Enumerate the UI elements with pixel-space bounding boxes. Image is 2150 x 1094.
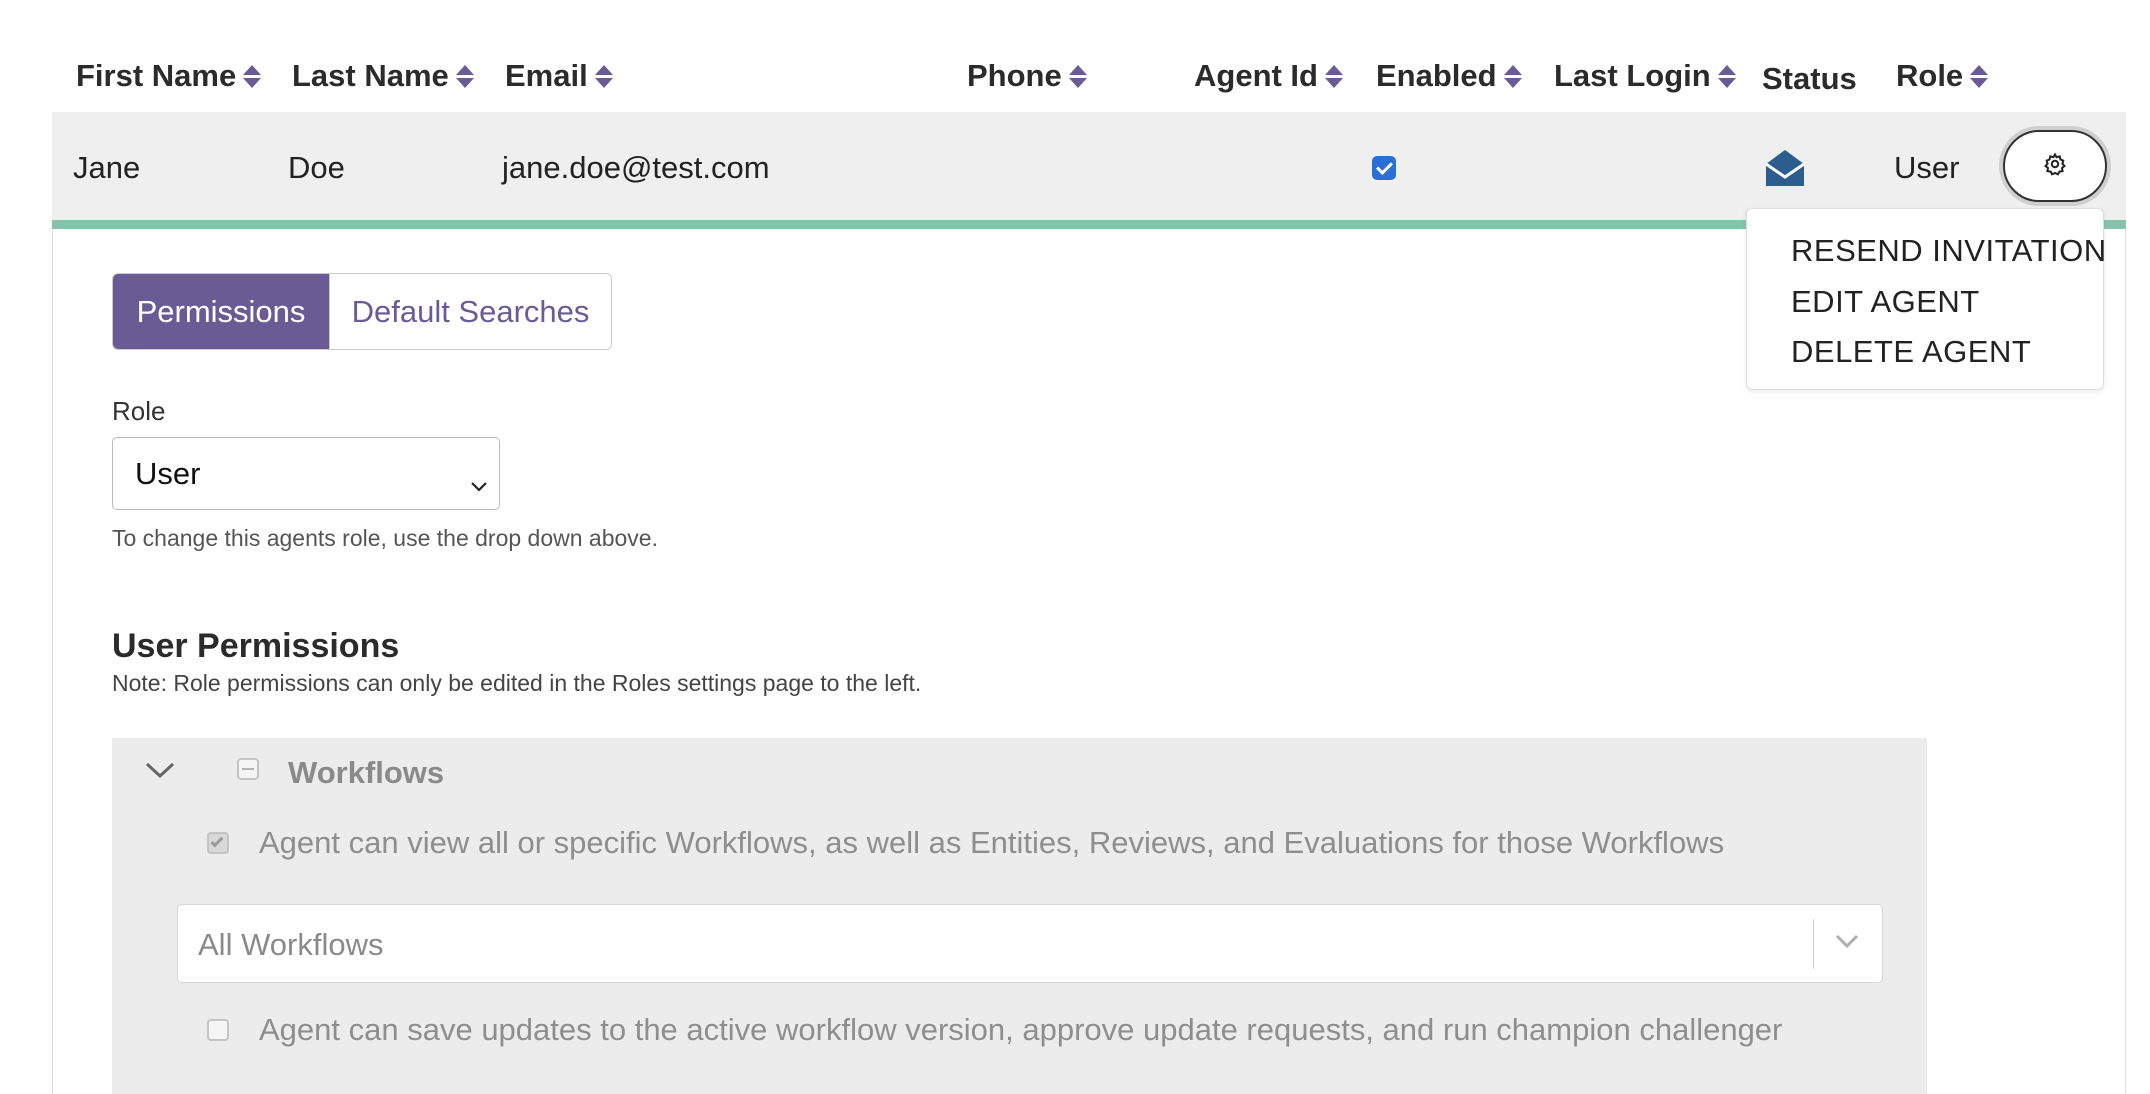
col-agent-id[interactable]: Agent Id <box>1194 58 1343 94</box>
col-email-label: Email <box>505 58 588 93</box>
menu-item-resend-invitation[interactable]: RESEND INVITATION <box>1791 233 2107 269</box>
col-last-login[interactable]: Last Login <box>1554 58 1736 94</box>
col-first-name-label: First Name <box>76 58 237 93</box>
role-select[interactable]: User <box>112 437 500 510</box>
role-hint: To change this agents role, use the drop… <box>112 525 658 551</box>
col-email[interactable]: Email <box>505 58 613 94</box>
col-last-name-label: Last Name <box>292 58 449 93</box>
col-role[interactable]: Role <box>1896 58 1989 94</box>
select-separator <box>1813 919 1814 969</box>
col-first-name[interactable]: First Name <box>76 58 262 94</box>
cell-role: User <box>1894 150 1960 185</box>
permissions-title: User Permissions <box>112 627 400 665</box>
col-enabled-label: Enabled <box>1376 58 1497 93</box>
row-actions-button[interactable] <box>2003 130 2107 202</box>
envelope-open-icon[interactable] <box>1764 148 1806 193</box>
details-tabs: Permissions Default Searches <box>112 273 612 350</box>
role-field-label: Role <box>112 396 166 426</box>
permissions-note: Note: Role permissions can only be edite… <box>112 670 922 696</box>
sort-icon[interactable] <box>1503 64 1522 88</box>
col-last-login-label: Last Login <box>1554 58 1711 93</box>
cell-email: jane.doe@test.com <box>502 150 770 185</box>
sort-icon[interactable] <box>1970 64 1989 88</box>
chevron-down-icon <box>1834 933 1860 954</box>
table-row[interactable] <box>52 112 2126 220</box>
sort-icon[interactable] <box>243 64 262 88</box>
menu-item-delete-agent[interactable]: DELETE AGENT <box>1791 334 2031 370</box>
col-phone-label: Phone <box>967 58 1062 93</box>
col-last-name[interactable]: Last Name <box>292 58 474 94</box>
enabled-checkbox[interactable] <box>1372 156 1396 180</box>
workflows-select[interactable]: All Workflows <box>177 904 1883 983</box>
permission-label: Agent can view all or specific Workflows… <box>259 825 1725 860</box>
permission-checkbox[interactable] <box>207 832 229 854</box>
workflows-group-checkbox[interactable] <box>237 758 259 780</box>
col-agent-id-label: Agent Id <box>1194 58 1318 93</box>
col-role-label: Role <box>1896 58 1964 93</box>
gear-icon <box>2043 152 2067 181</box>
col-enabled[interactable]: Enabled <box>1376 58 1522 94</box>
tab-default-searches[interactable]: Default Searches <box>329 274 611 349</box>
role-select-value: User <box>135 455 201 491</box>
permission-checkbox[interactable] <box>207 1019 229 1041</box>
chevron-down-icon[interactable] <box>144 760 176 785</box>
sort-icon[interactable] <box>1068 64 1087 88</box>
permission-label: Agent can save updates to the active wor… <box>259 1012 1783 1047</box>
menu-item-edit-agent[interactable]: EDIT AGENT <box>1791 284 1980 320</box>
col-status-label: Status <box>1762 61 1857 96</box>
sort-icon[interactable] <box>1717 64 1736 88</box>
sort-icon[interactable] <box>1325 64 1343 88</box>
cell-last-name: Doe <box>288 150 345 185</box>
row-actions-menu: RESEND INVITATION EDIT AGENT DELETE AGEN… <box>1746 208 2107 390</box>
col-phone[interactable]: Phone <box>967 58 1087 94</box>
col-status: Status <box>1762 61 1857 97</box>
chevron-down-icon <box>469 466 489 502</box>
sort-icon[interactable] <box>455 64 474 88</box>
cell-first-name: Jane <box>73 150 141 185</box>
sort-icon[interactable] <box>594 64 613 88</box>
tab-permissions[interactable]: Permissions <box>113 274 329 349</box>
workflows-group-title: Workflows <box>288 755 445 790</box>
workflows-select-value: All Workflows <box>198 927 384 962</box>
